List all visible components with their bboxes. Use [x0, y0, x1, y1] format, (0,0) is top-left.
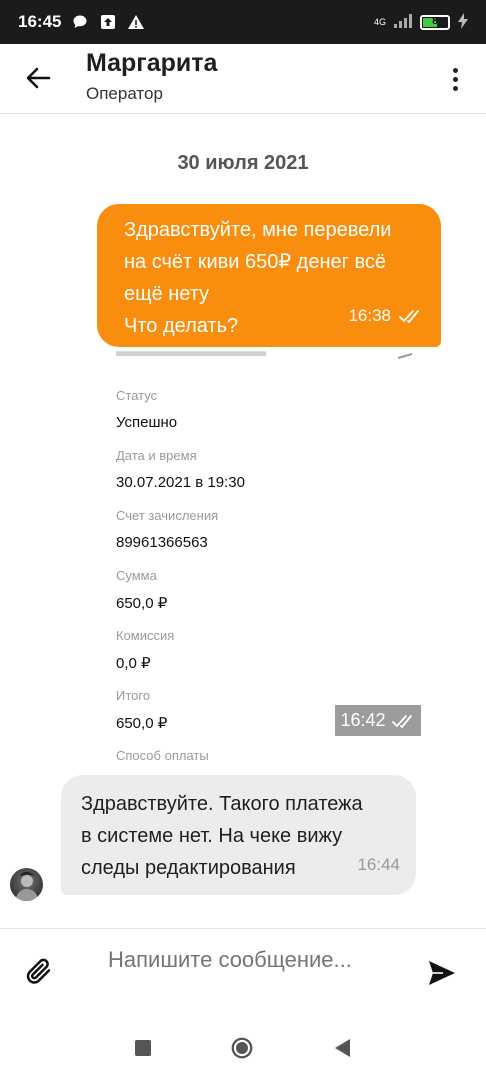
send-icon	[429, 961, 455, 985]
receipt-label: Сумма	[116, 568, 157, 583]
battery-icon: 8	[420, 14, 450, 30]
receipt-label: Способ оплаты	[116, 748, 209, 763]
arrow-left-icon	[26, 67, 51, 89]
circle-icon	[231, 1037, 253, 1059]
more-vert-icon	[452, 67, 458, 73]
receipt-payment-method: Способ оплаты	[116, 748, 209, 763]
back-nav-button[interactable]	[330, 1036, 354, 1060]
message-line: Здравствуйте, мне перевели	[124, 219, 392, 241]
receipt-value: 0,0 ₽	[116, 655, 151, 672]
send-button[interactable]	[426, 957, 458, 989]
receipt-label: Счет зачисления	[116, 508, 219, 523]
receipt-value: 650,0 ₽	[116, 595, 168, 612]
receipt-fee: Комиссия 0,0 ₽	[116, 628, 174, 672]
status-time: 16:45	[18, 12, 62, 31]
recent-apps-button[interactable]	[131, 1036, 155, 1060]
attach-button[interactable]	[22, 954, 56, 988]
avatar[interactable]	[10, 868, 43, 901]
message-time: 16:44	[357, 855, 400, 874]
message-time: 16:42	[340, 710, 386, 730]
date-separator: 30 июля 2021	[177, 152, 309, 174]
receipt-account: Счет зачисления 89961366563	[116, 508, 218, 551]
message-line: Здравствуйте. Такого платежа	[81, 793, 363, 815]
receipt-label: Статус	[116, 388, 158, 403]
contact-name: Маргарита	[86, 49, 218, 77]
charging-icon	[458, 12, 468, 32]
triangle-back-icon	[335, 1039, 350, 1057]
chat-icon	[71, 13, 89, 31]
receipt-value: Успешно	[116, 414, 178, 431]
message-line: в системе нет. На чеке вижу	[81, 825, 343, 847]
chat-header: Маргарита Оператор	[0, 44, 486, 114]
system-nav-bar	[0, 1016, 486, 1080]
more-options-button[interactable]	[446, 62, 464, 96]
image-time-badge: 16:42	[335, 705, 421, 736]
paperclip-icon	[26, 958, 51, 984]
receipt-value: 30.07.2021 в 19:30	[116, 474, 245, 491]
contact-role: Оператор	[86, 84, 163, 103]
home-button[interactable]	[230, 1036, 254, 1060]
receipt-amount: Сумма 650,0 ₽	[116, 568, 167, 612]
receipt-value: 650,0 ₽	[116, 715, 168, 732]
message-line: следы редактирования	[81, 857, 296, 879]
incoming-message[interactable]: Здравствуйте. Такого платежа в системе н…	[61, 775, 416, 895]
receipt-label: Комиссия	[116, 628, 175, 643]
receipt-label: Итого	[116, 688, 151, 703]
message-input[interactable]	[108, 945, 398, 1005]
outgoing-message[interactable]: Здравствуйте, мне перевели на счёт киви …	[97, 204, 441, 347]
receipt-total: Итого 650,0 ₽	[116, 688, 167, 732]
message-line: на счёт киви 650₽ денег всё	[124, 251, 387, 273]
receipt-datetime: Дата и время 30.07.2021 в 19:30	[116, 448, 245, 491]
receipt-status: Статус Успешно	[116, 388, 177, 431]
battery-level: 8	[432, 15, 438, 27]
cropped-heading	[116, 351, 266, 356]
square-icon	[135, 1040, 151, 1056]
double-check-icon	[399, 310, 419, 323]
receipt-label: Дата и время	[116, 448, 197, 463]
double-check-icon	[391, 714, 412, 728]
network-label: 4G	[373, 17, 386, 27]
signal-icon	[394, 13, 412, 31]
message-composer	[0, 928, 486, 1016]
upload-icon	[99, 13, 117, 31]
status-bar: 16:45 4G 8	[0, 0, 486, 44]
cropped-icon	[398, 353, 412, 359]
receipt-value: 89961366563	[116, 534, 208, 551]
message-time: 16:38	[348, 306, 391, 325]
warning-icon	[127, 13, 145, 31]
back-button[interactable]	[20, 60, 56, 96]
